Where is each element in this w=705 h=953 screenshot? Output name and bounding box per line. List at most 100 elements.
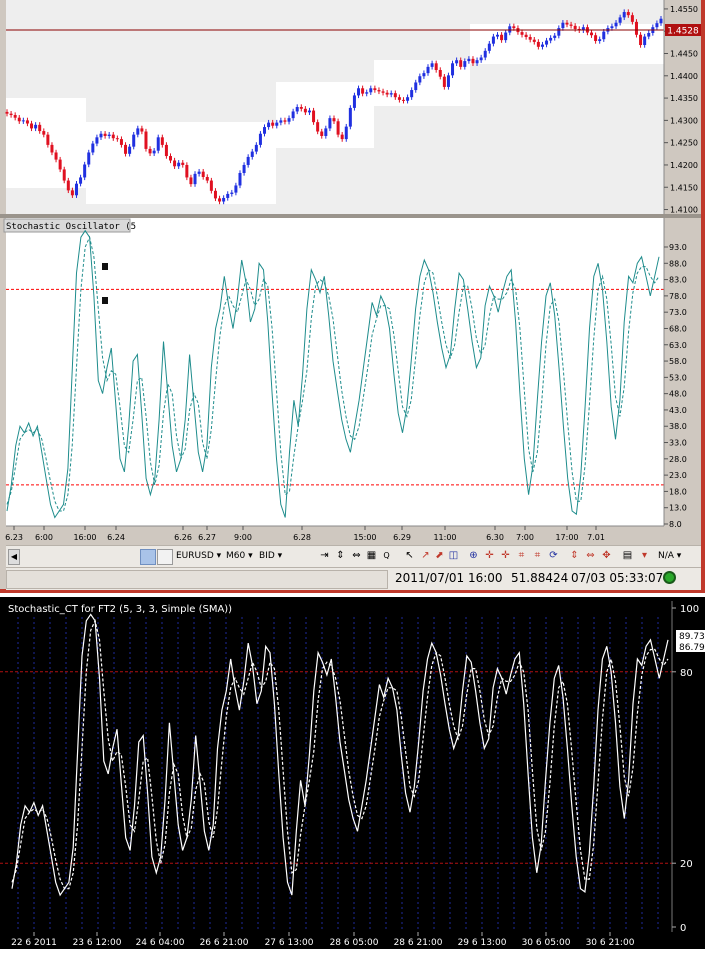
candle-body [377,90,381,92]
cursor-icon[interactable]: ↖ [404,550,415,561]
candle-body [222,197,226,202]
grid-cross-icon[interactable]: ⌗ [516,550,527,561]
candle-body [213,190,217,199]
chevron-down-icon: ▾ [277,551,283,561]
candle-body [446,75,450,87]
candle-body [475,60,479,64]
candle-body [42,131,46,135]
oscillator-x-label: 7:00 [516,533,534,542]
price-chart[interactable]: 1.45501.45001.44501.44001.43501.43001.42… [0,0,701,216]
candle-body [250,151,254,157]
chart-style-icon[interactable] [157,549,173,565]
price-side-value: BID [259,551,275,561]
horizontal-move-icon[interactable]: ⇔ [585,550,596,561]
oscillator-axis-label: 48.0 [669,390,687,399]
refresh-icon[interactable]: ⟳ [548,550,559,561]
grid-cross-alt-icon[interactable]: ⌗ [532,550,543,561]
price-axis-label: 1.4250 [670,139,698,148]
chart-toolbar: ◀ EURUSD ▾ M60 ▾ BID ▾ ⇥ ⇕ ⇔ ▦ Q ↖ ↗ ⬈ ◫… [6,545,701,568]
alert-icon[interactable]: ▾ [639,550,650,561]
candle-body [569,24,573,26]
candle-body [74,183,78,196]
candle-body [659,18,663,24]
indicator-icon[interactable]: ▤ [622,550,633,561]
price-side-select[interactable]: BID ▾ [259,549,282,564]
oscillator-x-label: 6.29 [393,533,411,542]
grid-icon[interactable]: ▦ [366,550,377,561]
candle-body [66,180,70,191]
candle-body [303,108,307,113]
candle-body [50,144,54,153]
oscillator-title: Stochastic Oscillator (5 [6,222,136,232]
price-axis-label: 1.4300 [670,116,698,125]
oscillator-x-label: 7.01 [587,533,605,542]
candle-body [226,193,230,198]
crosshair-alt-icon[interactable]: ✛ [500,550,511,561]
crosshair-icon[interactable]: ✛ [484,550,495,561]
candle-body [205,176,209,181]
stochastic-ct-chart[interactable]: Stochastic_CT for FT2 (5, 3, 3, Simple (… [0,597,705,949]
price-panel-highlight [374,60,470,106]
na-select[interactable]: N/A ▾ [658,549,681,564]
candle-body [140,128,144,132]
candle-body [618,17,622,23]
candle-body [553,35,557,38]
candle-body [336,121,340,135]
candle-body [160,137,164,145]
query-icon[interactable]: Q [381,550,392,561]
selection-marker-icon[interactable] [102,263,108,270]
oscillator-x-label: 6:00 [35,533,53,542]
candle-body [324,128,328,136]
price-axis-label: 1.4450 [670,50,698,59]
price-panel-highlight [6,98,86,188]
candle-body [344,126,348,140]
symbol-select[interactable]: EURUSD ▾ [176,549,221,564]
stretch-icon[interactable]: ⇔ [351,550,362,561]
fit-height-icon[interactable]: ⇕ [335,550,346,561]
candle-body [455,60,459,64]
stochastic-oscillator-panel[interactable]: Stochastic Oscillator (5 93.0 88.0 83.0 78.… [0,218,701,545]
bottom-axis-label: 100 [680,604,699,615]
move-all-icon[interactable]: ✥ [601,550,612,561]
draw-arrow-icon[interactable]: ↗ [420,550,431,561]
measure-icon[interactable]: ◫ [448,550,459,561]
connection-status-icon[interactable] [663,571,676,584]
candle-body [422,73,426,77]
candle-body [46,134,50,145]
candle-body [373,88,377,91]
status-bar: 2011/07/01 16:00 51.88424 07/03 05:33:07 [6,567,701,590]
candle-body [540,44,544,47]
candle-body [185,164,189,178]
candle-body [62,169,66,181]
bottom-axis-label: 80 [680,668,693,679]
candle-body [128,146,132,154]
fit-width-icon[interactable]: ⇥ [319,550,330,561]
candle-body [528,37,532,40]
candle-body [271,122,275,126]
value-tag-k: 89.73 [679,632,705,642]
status-spacer [6,570,388,589]
candle-body [173,160,177,167]
candle-body [132,134,136,147]
candle-body [340,134,344,140]
bottom-chart-title: Stochastic_CT for FT2 (5, 3, 3, Simple (… [8,604,232,615]
scroll-left-icon[interactable]: ◀ [8,549,20,565]
candle-body [634,21,638,35]
oscillator-axis-label: 18.0 [669,487,687,496]
candle-body [332,118,336,122]
selection-marker-icon[interactable] [102,297,108,304]
vertical-move-icon[interactable]: ⇕ [569,550,580,561]
oscillator-axis-label: 8.0 [669,520,682,529]
chart-type-icon[interactable] [140,549,156,565]
candle-body [328,118,332,129]
oscillator-axis-label: 23.0 [669,471,687,480]
timeframe-select[interactable]: M60 ▾ [226,549,253,564]
oscillator-x-label: 6.24 [107,533,125,542]
candle-body [459,60,463,67]
zoom-icon[interactable]: ⊕ [468,550,479,561]
candle-body [242,164,246,173]
bottom-chart-background [0,597,705,949]
trend-arrow-icon[interactable]: ⬈ [434,550,445,561]
candle-body [532,39,536,42]
candle-body [54,152,58,160]
